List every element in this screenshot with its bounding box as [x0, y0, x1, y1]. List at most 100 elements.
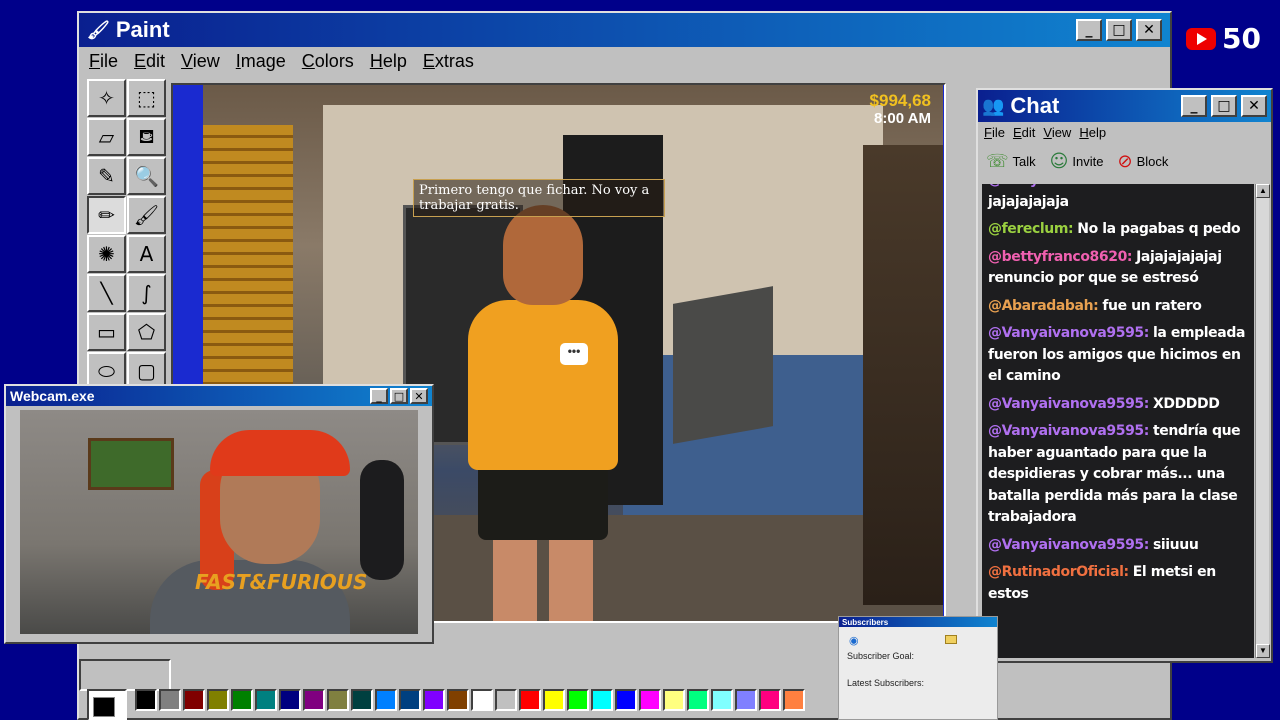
chat-username[interactable]: @RutinadorOficial: — [988, 564, 1129, 580]
chat-username[interactable]: @Vanyaivanova9595: — [988, 325, 1149, 341]
scroll-up-icon[interactable]: ▲ — [1256, 184, 1270, 198]
chat-menubar: File Edit View Help — [978, 122, 1271, 142]
invite-button[interactable]: ☺ Invite — [1050, 151, 1104, 172]
chat-username[interactable]: @Vanyaivanova9595: — [988, 423, 1149, 439]
game-dialog: Primero tengo que fichar. No voy a traba… — [413, 179, 665, 217]
talk-button[interactable]: ☏ Talk — [986, 151, 1036, 172]
palette-swatch[interactable] — [735, 689, 757, 711]
palette-swatch[interactable] — [447, 689, 469, 711]
palette-swatch[interactable] — [519, 689, 541, 711]
palette-swatch[interactable] — [687, 689, 709, 711]
color-picker-icon[interactable]: ✎ — [87, 157, 126, 195]
palette-swatch[interactable] — [759, 689, 781, 711]
palette-swatch[interactable] — [783, 689, 805, 711]
menu-image[interactable]: Image — [236, 51, 286, 72]
chat-menu-edit[interactable]: Edit — [1013, 125, 1035, 140]
chat-messages: @Vanyaivanova9595:renuncio jajajajajaja@… — [982, 184, 1254, 658]
chat-text: fue un ratero — [1102, 297, 1202, 314]
palette-swatch[interactable] — [399, 689, 421, 711]
chat-close-button[interactable]: ✕ — [1241, 95, 1267, 117]
palette-swatch[interactable] — [375, 689, 397, 711]
menu-edit[interactable]: Edit — [134, 51, 165, 72]
close-button[interactable]: ✕ — [1136, 19, 1162, 41]
palette-swatch[interactable] — [423, 689, 445, 711]
paint-menubar: File Edit View Image Colors Help Extras — [79, 47, 1170, 75]
palette-swatch[interactable] — [711, 689, 733, 711]
pencil-icon[interactable]: ✏ — [87, 196, 126, 234]
palette-swatch[interactable] — [495, 689, 517, 711]
chat-scrollbar[interactable]: ▲ ▼ — [1255, 184, 1270, 658]
text-icon[interactable]: A — [127, 235, 166, 273]
chat-menu-view[interactable]: View — [1043, 125, 1071, 140]
palette-swatch[interactable] — [351, 689, 373, 711]
menu-file[interactable]: File — [89, 51, 118, 72]
palette-swatch[interactable] — [615, 689, 637, 711]
line-icon[interactable]: ╲ — [87, 274, 126, 312]
latest-subscribers-label: Latest Subscribers: — [847, 678, 925, 688]
webcam-maximize-button[interactable]: □ — [390, 388, 408, 404]
palette-swatch[interactable] — [255, 689, 277, 711]
menu-colors[interactable]: Colors — [302, 51, 354, 72]
chat-message: @RutinadorOficial: El metsi en estos — [988, 562, 1248, 605]
curve-icon[interactable]: ∫ — [127, 274, 166, 312]
webcam-close-button[interactable]: ✕ — [410, 388, 428, 404]
palette-swatch[interactable] — [591, 689, 613, 711]
foreground-color — [93, 697, 115, 717]
menu-view[interactable]: View — [181, 51, 220, 72]
palette-swatch[interactable] — [639, 689, 661, 711]
chat-username[interactable]: @Vanyaivanova9595: — [988, 396, 1149, 412]
paint-titlebar[interactable]: 🖌 Paint _ □ ✕ — [79, 13, 1170, 47]
chat-username[interactable]: @Abaradabah: — [988, 298, 1099, 314]
time-clock — [673, 286, 773, 444]
subscribers-titlebar[interactable]: Subscribers — [839, 617, 997, 627]
palette-swatch[interactable] — [183, 689, 205, 711]
shelf — [863, 145, 943, 605]
palette-swatch[interactable] — [231, 689, 253, 711]
chat-message: @Vanyaivanova9595:renuncio jajajajajaja — [988, 184, 1248, 213]
airbrush-icon[interactable]: ✺ — [87, 235, 126, 273]
talk-label: Talk — [1012, 153, 1036, 169]
scroll-down-icon[interactable]: ▼ — [1256, 644, 1270, 658]
palette-swatch[interactable] — [159, 689, 181, 711]
eraser-icon[interactable]: ▱ — [87, 118, 126, 156]
palette-swatch[interactable] — [303, 689, 325, 711]
chat-message: @Vanyaivanova9595: la empleada fueron los… — [988, 323, 1248, 388]
tool-options[interactable] — [79, 659, 171, 691]
chat-username[interactable]: @fereclum: — [988, 221, 1074, 237]
menu-extras[interactable]: Extras — [423, 51, 474, 72]
chat-titlebar[interactable]: 👥 Chat _ □ ✕ — [978, 90, 1271, 122]
chat-menu-file[interactable]: File — [984, 125, 1005, 140]
palette-swatch[interactable] — [543, 689, 565, 711]
chat-message: @Vanyaivanova9595: siiuuu — [988, 535, 1248, 557]
palette-swatch[interactable] — [279, 689, 301, 711]
chat-username[interactable]: @Vanyaivanova9595: — [988, 537, 1149, 553]
magnifier-icon[interactable]: 🔍 — [127, 157, 166, 195]
palette-swatch[interactable] — [471, 689, 493, 711]
chat-username[interactable]: @bettyfranco8620: — [988, 249, 1133, 265]
palette-swatch[interactable] — [207, 689, 229, 711]
current-colors[interactable] — [87, 689, 127, 720]
invite-icon: ☺ — [1049, 150, 1069, 172]
block-button[interactable]: ⊘ Block — [1117, 151, 1168, 172]
rectangle-icon[interactable]: ▭ — [87, 313, 126, 351]
chat-menu-help[interactable]: Help — [1079, 125, 1106, 140]
brush-icon[interactable]: 🖌 — [127, 196, 166, 234]
menu-help[interactable]: Help — [370, 51, 407, 72]
chat-maximize-button[interactable]: □ — [1211, 95, 1237, 117]
polygon-icon[interactable]: ⬠ — [127, 313, 166, 351]
webcam-titlebar[interactable]: Webcam.exe _ □ ✕ — [6, 386, 432, 406]
chat-message: @Abaradabah: fue un ratero — [988, 296, 1248, 318]
rect-select-icon[interactable]: ⬚ — [127, 79, 166, 117]
webcam-minimize-button[interactable]: _ — [370, 388, 388, 404]
chat-text: No la pagabas q pedo — [1077, 221, 1241, 237]
chat-username[interactable]: @Vanyaivanova9595: — [988, 184, 1149, 188]
chat-minimize-button[interactable]: _ — [1181, 95, 1207, 117]
palette-swatch[interactable] — [327, 689, 349, 711]
minimize-button[interactable]: _ — [1076, 19, 1102, 41]
maximize-button[interactable]: □ — [1106, 19, 1132, 41]
palette-swatch[interactable] — [663, 689, 685, 711]
palette-swatch[interactable] — [567, 689, 589, 711]
fill-bucket-icon[interactable]: ⛾ — [127, 118, 166, 156]
palette-swatch[interactable] — [135, 689, 157, 711]
free-select-icon[interactable]: ✧ — [87, 79, 126, 117]
